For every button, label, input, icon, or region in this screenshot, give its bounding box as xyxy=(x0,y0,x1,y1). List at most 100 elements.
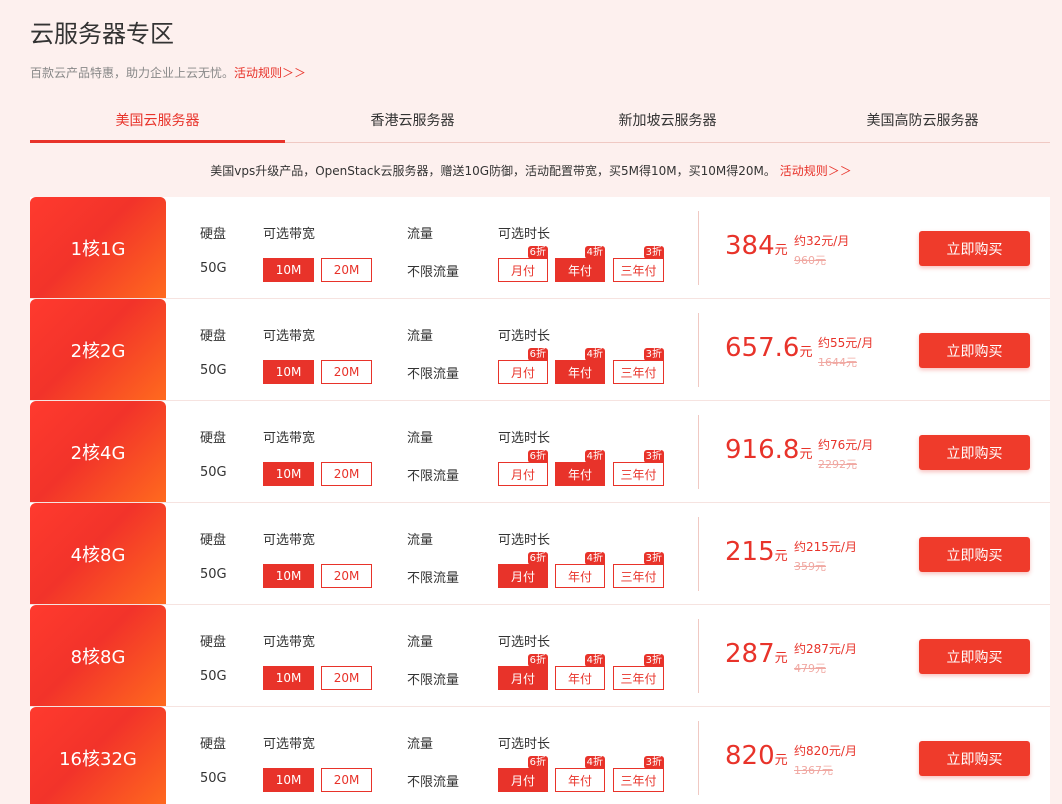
original-price: 479元 xyxy=(794,662,826,675)
bandwidth-option-10m[interactable]: 10M xyxy=(263,666,314,690)
rules-link[interactable]: 活动规则＞＞ xyxy=(234,66,306,80)
price-amount: 287 xyxy=(725,639,775,669)
product-row: 8核8G 硬盘 50G 可选带宽 10M 20M 流量 不限流量 可选时长 月付 6折 年付 4折 三年付… xyxy=(30,605,1050,707)
bandwidth-option-20m[interactable]: 20M xyxy=(321,462,372,486)
monthly-price: 约76元/月 xyxy=(818,438,874,452)
duration-option-label: 年付 xyxy=(567,263,592,278)
price-amount: 657.6 xyxy=(725,333,800,363)
duration-option-label: 三年付 xyxy=(620,365,657,380)
bandwidth-option-20m[interactable]: 20M xyxy=(321,666,372,690)
disk-label: 硬盘 xyxy=(200,737,227,752)
disk-value: 50G xyxy=(200,771,227,786)
tab-us-ddos-cloud-server[interactable]: 美国高防云服务器 xyxy=(795,103,1050,142)
duration-option-three-year[interactable]: 三年付 3折 xyxy=(613,246,664,282)
duration-option-yearly[interactable]: 年付 4折 xyxy=(555,246,605,282)
duration-option-label: 三年付 xyxy=(620,569,657,584)
discount-badge: 3折 xyxy=(643,756,664,769)
disk-label: 硬盘 xyxy=(200,635,227,650)
duration-option-monthly[interactable]: 月付 6折 xyxy=(498,246,548,282)
tab-hk-cloud-server[interactable]: 香港云服务器 xyxy=(285,103,540,142)
discount-badge: 4折 xyxy=(584,246,605,259)
discount-badge: 3折 xyxy=(643,552,664,565)
disk-label: 硬盘 xyxy=(200,329,227,344)
original-price: 960元 xyxy=(794,254,826,267)
promo-notice: 美国vps升级产品，OpenStack云服务器，赠送10G防御，活动配置带宽，买… xyxy=(0,162,1062,179)
buy-now-button[interactable]: 立即购买 xyxy=(919,537,1030,572)
bandwidth-option-20m[interactable]: 20M xyxy=(321,258,372,282)
duration-option-label: 三年付 xyxy=(620,671,657,686)
spec-label: 2核4G xyxy=(30,401,166,502)
server-region-tabs: 美国云服务器 香港云服务器 新加坡云服务器 美国高防云服务器 xyxy=(30,103,1050,143)
spec-label: 1核1G xyxy=(30,197,166,298)
duration-option-monthly[interactable]: 月付 6折 xyxy=(498,552,548,588)
discount-badge: 4折 xyxy=(584,552,605,565)
duration-option-label: 三年付 xyxy=(620,263,657,278)
price: 820元 xyxy=(725,741,788,771)
duration-option-yearly[interactable]: 年付 4折 xyxy=(555,348,605,384)
notice-text: 美国vps升级产品，OpenStack云服务器，赠送10G防御，活动配置带宽，买… xyxy=(210,164,776,178)
price-unit: 元 xyxy=(774,549,788,564)
disk-label: 硬盘 xyxy=(200,227,227,242)
notice-rules-link[interactable]: 活动规则＞＞ xyxy=(780,164,852,178)
bandwidth-option-10m[interactable]: 10M xyxy=(263,564,314,588)
duration-option-three-year[interactable]: 三年付 3折 xyxy=(613,756,664,792)
spec-label: 16核32G xyxy=(30,707,166,804)
traffic-label: 流量 xyxy=(407,737,434,752)
bandwidth-option-20m[interactable]: 20M xyxy=(321,564,372,588)
price-unit: 元 xyxy=(799,345,813,360)
buy-now-button[interactable]: 立即购买 xyxy=(919,231,1030,266)
discount-badge: 6折 xyxy=(527,552,548,565)
bandwidth-option-10m[interactable]: 10M xyxy=(263,258,314,282)
buy-now-button[interactable]: 立即购买 xyxy=(919,741,1030,776)
page-title: 云服务器专区 xyxy=(30,20,174,48)
monthly-price: 约32元/月 xyxy=(794,234,850,248)
discount-badge: 4折 xyxy=(584,756,605,769)
bandwidth-label: 可选带宽 xyxy=(263,227,316,242)
tab-sg-cloud-server[interactable]: 新加坡云服务器 xyxy=(540,103,795,142)
price-unit: 元 xyxy=(774,753,788,768)
bandwidth-option-10m[interactable]: 10M xyxy=(263,768,314,792)
duration-option-yearly[interactable]: 年付 4折 xyxy=(555,654,605,690)
buy-now-button[interactable]: 立即购买 xyxy=(919,333,1030,368)
duration-option-monthly[interactable]: 月付 6折 xyxy=(498,450,548,486)
duration-option-label: 月付 xyxy=(510,569,535,584)
monthly-price: 约55元/月 xyxy=(818,336,874,350)
traffic-value: 不限流量 xyxy=(407,775,460,790)
discount-badge: 6折 xyxy=(527,348,548,361)
duration-option-yearly[interactable]: 年付 4折 xyxy=(555,756,605,792)
bandwidth-option-10m[interactable]: 10M xyxy=(263,462,314,486)
row-divider xyxy=(698,313,699,387)
product-row: 4核8G 硬盘 50G 可选带宽 10M 20M 流量 不限流量 可选时长 月付 6折 年付 4折 三年付… xyxy=(30,503,1050,605)
bandwidth-option-10m[interactable]: 10M xyxy=(263,360,314,384)
buy-now-button[interactable]: 立即购买 xyxy=(919,435,1030,470)
duration-option-monthly[interactable]: 月付 6折 xyxy=(498,654,548,690)
duration-option-three-year[interactable]: 三年付 3折 xyxy=(613,552,664,588)
subtitle-text: 百款云产品特惠，助力企业上云无忧。 xyxy=(30,66,235,80)
duration-option-three-year[interactable]: 三年付 3折 xyxy=(613,450,664,486)
duration-option-label: 月付 xyxy=(510,773,535,788)
duration-option-label: 年付 xyxy=(567,569,592,584)
buy-now-button[interactable]: 立即购买 xyxy=(919,639,1030,674)
disk-value: 50G xyxy=(200,465,227,480)
bandwidth-option-20m[interactable]: 20M xyxy=(321,768,372,792)
bandwidth-option-20m[interactable]: 20M xyxy=(321,360,372,384)
disk-label: 硬盘 xyxy=(200,533,227,548)
duration-option-three-year[interactable]: 三年付 3折 xyxy=(613,348,664,384)
original-price: 2292元 xyxy=(818,458,857,471)
duration-option-monthly[interactable]: 月付 6折 xyxy=(498,756,548,792)
duration-option-monthly[interactable]: 月付 6折 xyxy=(498,348,548,384)
disk-value: 50G xyxy=(200,261,227,276)
bandwidth-label: 可选带宽 xyxy=(263,635,316,650)
discount-badge: 6折 xyxy=(527,756,548,769)
discount-badge: 3折 xyxy=(643,450,664,463)
duration-option-yearly[interactable]: 年付 4折 xyxy=(555,450,605,486)
duration-option-label: 月付 xyxy=(510,263,535,278)
traffic-value: 不限流量 xyxy=(407,265,460,280)
duration-option-three-year[interactable]: 三年付 3折 xyxy=(613,654,664,690)
row-divider xyxy=(698,415,699,489)
duration-option-yearly[interactable]: 年付 4折 xyxy=(555,552,605,588)
price-unit: 元 xyxy=(774,651,788,666)
price: 916.8元 xyxy=(725,435,812,465)
product-row: 16核32G 硬盘 50G 可选带宽 10M 20M 流量 不限流量 可选时长 月付 6折 年付 4折三… xyxy=(30,707,1050,804)
tab-us-cloud-server[interactable]: 美国云服务器 xyxy=(30,103,285,143)
